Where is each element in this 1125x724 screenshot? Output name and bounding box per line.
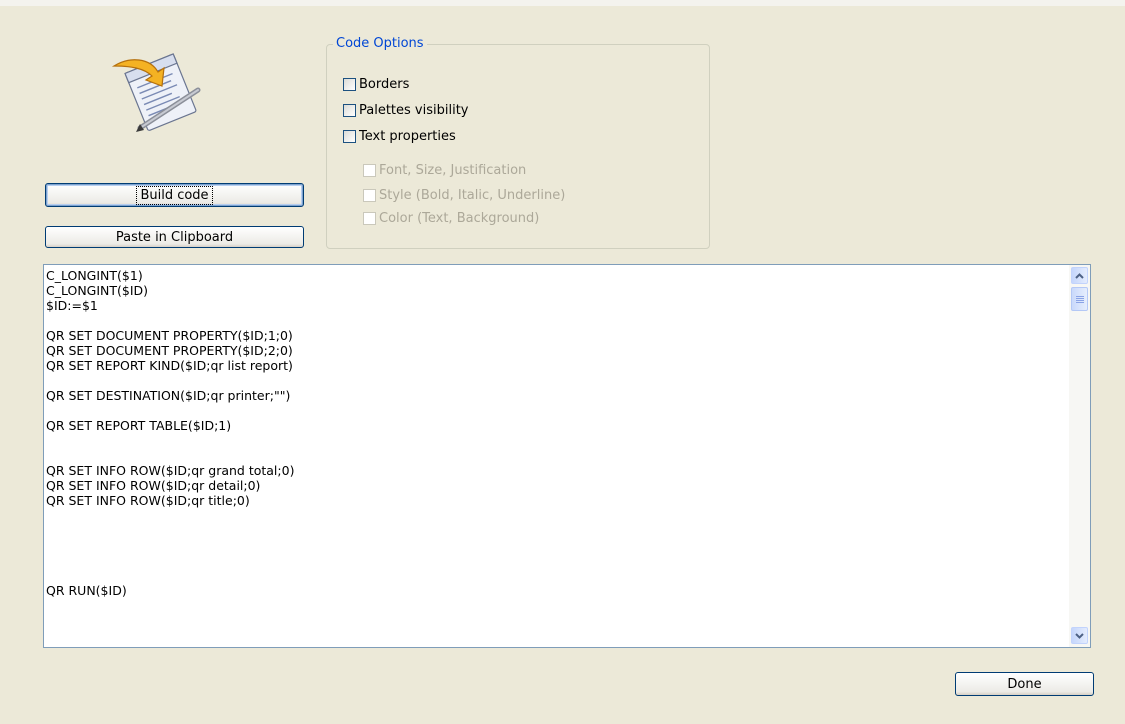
- scroll-up-arrow-icon: [1075, 272, 1084, 279]
- color-checkbox: [363, 212, 376, 225]
- font-size-justification-checkbox: [363, 164, 376, 177]
- scroll-up-button[interactable]: [1071, 267, 1088, 284]
- vertical-scrollbar[interactable]: [1069, 265, 1090, 647]
- style-label: Style (Bold, Italic, Underline): [379, 188, 566, 203]
- borders-checkbox[interactable]: [343, 78, 356, 91]
- code-line: QR SET INFO ROW($ID;qr detail;0): [46, 478, 261, 493]
- paste-in-clipboard-button[interactable]: Paste in Clipboard: [45, 226, 304, 248]
- text-properties-option[interactable]: Text properties: [343, 129, 456, 144]
- code-line: C_LONGINT($1): [46, 268, 143, 283]
- build-code-label: Build code: [136, 185, 213, 205]
- code-line: QR RUN($ID): [46, 583, 127, 598]
- done-button[interactable]: Done: [955, 672, 1094, 696]
- font-size-justification-label: Font, Size, Justification: [379, 163, 527, 178]
- code-options-title: Code Options: [333, 36, 427, 52]
- code-line: QR SET INFO ROW($ID;qr title;0): [46, 493, 250, 508]
- code-editor[interactable]: C_LONGINT($1) C_LONGINT($ID) $ID:=$1 QR SET…: [43, 264, 1091, 648]
- palettes-visibility-option[interactable]: Palettes visibility: [343, 103, 469, 118]
- code-line: QR SET DOCUMENT PROPERTY($ID;1;0): [46, 328, 293, 343]
- code-line: QR SET DOCUMENT PROPERTY($ID;2;0): [46, 343, 293, 358]
- text-properties-label: Text properties: [359, 129, 456, 144]
- code-line: $ID:=$1: [46, 298, 98, 313]
- code-options-group: Code Options Borders Palettes visibility…: [326, 36, 710, 249]
- borders-option[interactable]: Borders: [343, 77, 409, 92]
- font-size-justification-option: Font, Size, Justification: [363, 163, 526, 178]
- code-line: QR SET REPORT KIND($ID;qr list report): [46, 358, 293, 373]
- done-label: Done: [1007, 676, 1042, 692]
- code-line: C_LONGINT($ID): [46, 283, 149, 298]
- palettes-visibility-checkbox[interactable]: [343, 104, 356, 117]
- scroll-down-button[interactable]: [1071, 627, 1088, 644]
- borders-label: Borders: [359, 77, 410, 92]
- scroll-thumb[interactable]: [1071, 287, 1088, 311]
- text-properties-checkbox[interactable]: [343, 130, 356, 143]
- build-code-button[interactable]: Build code: [45, 183, 304, 207]
- window-top-edge: [0, 0, 1125, 6]
- color-label: Color (Text, Background): [379, 211, 540, 226]
- code-line: QR SET INFO ROW($ID;qr grand total;0): [46, 463, 295, 478]
- code-line: QR SET DESTINATION($ID;qr printer;""): [46, 388, 291, 403]
- code-line: QR SET REPORT TABLE($ID;1): [46, 418, 232, 433]
- scroll-down-arrow-icon: [1075, 632, 1084, 639]
- style-checkbox: [363, 189, 376, 202]
- code-text-area[interactable]: C_LONGINT($1) C_LONGINT($ID) $ID:=$1 QR SET…: [46, 268, 1068, 647]
- paste-in-clipboard-label: Paste in Clipboard: [115, 229, 234, 245]
- document-with-pencil-icon: [111, 53, 201, 132]
- app-icon: [110, 50, 210, 134]
- palettes-visibility-label: Palettes visibility: [359, 103, 469, 118]
- style-option: Style (Bold, Italic, Underline): [363, 188, 565, 203]
- color-option: Color (Text, Background): [363, 211, 539, 226]
